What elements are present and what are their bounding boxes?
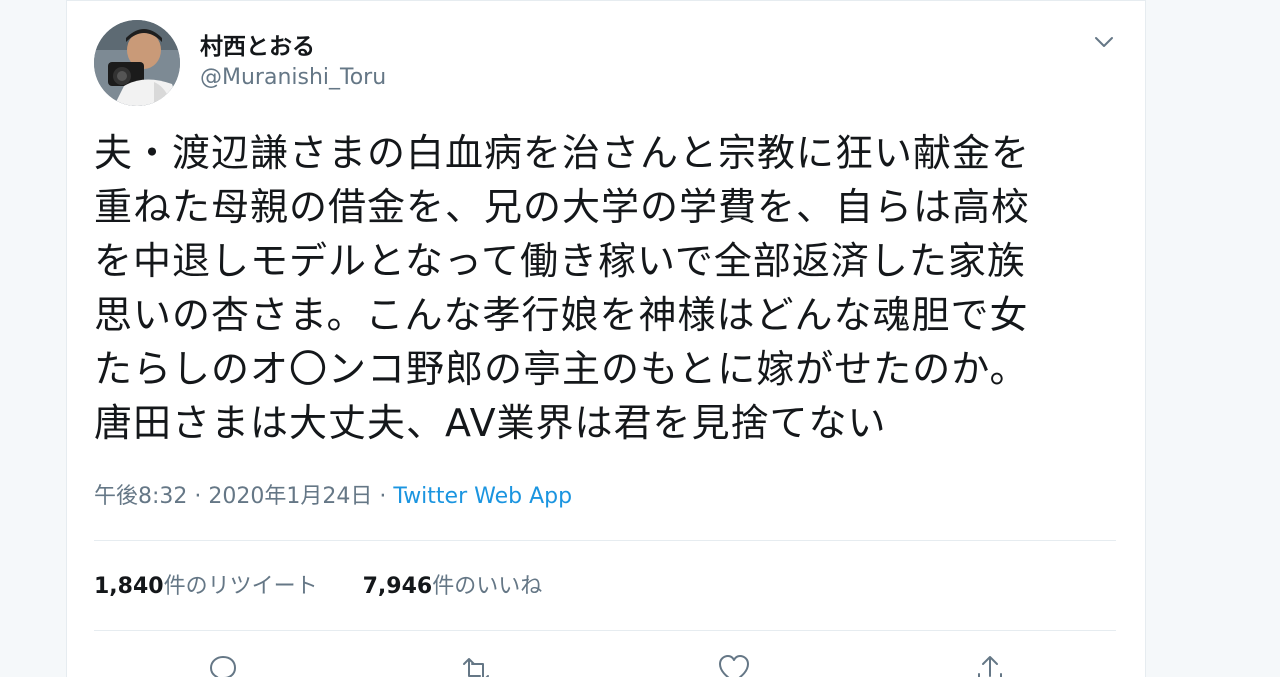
tweet-text-line: たらしのオ〇ンコ野郎の亭主のもとに嫁がせたのか。 [94, 347, 1029, 391]
tweet-source-link[interactable]: Twitter Web App [393, 484, 572, 509]
retweets-stat[interactable]: 1,840件のリツイート [94, 568, 318, 600]
page: 村西とおる @Muranishi_Toru 夫・渡辺謙さまの白血病を治さんと宗教… [0, 0, 1280, 677]
retweet-icon[interactable] [458, 652, 494, 677]
meta-separator: · [194, 484, 202, 509]
likes-count: 7,946 [362, 574, 433, 599]
reply-icon[interactable] [205, 652, 241, 677]
tweet-text: 夫・渡辺謙さまの白血病を治さんと宗教に狂い献金を 重ねた母親の借金を、兄の大学の… [94, 126, 1104, 450]
tweet-meta: 午後8:32 · 2020年1月24日 · Twitter Web App [94, 478, 572, 510]
divider [94, 540, 1116, 541]
avatar[interactable] [94, 20, 180, 106]
tweet-date[interactable]: 2020年1月24日 [208, 484, 372, 509]
meta-separator: · [379, 484, 387, 509]
tweet-text-line: 重ねた母親の借金を、兄の大学の学費を、自らは高校 [94, 185, 1031, 229]
heart-icon[interactable] [716, 652, 752, 677]
share-icon[interactable] [972, 652, 1008, 677]
avatar-photo [94, 20, 180, 106]
likes-label: 件のいいね [432, 574, 543, 599]
tweet-time[interactable]: 午後8:32 [94, 484, 187, 509]
display-name[interactable]: 村西とおる [200, 27, 315, 61]
chevron-down-icon[interactable] [1090, 30, 1118, 54]
tweet-text-line: 唐田さまは大丈夫、AV業界は君を見捨てない [94, 401, 887, 445]
tweet-text-line: を中退しモデルとなって働き稼いで全部返済した家族 [94, 239, 1026, 283]
divider [94, 630, 1116, 631]
tweet-text-line: 夫・渡辺謙さまの白血病を治さんと宗教に狂い献金を [94, 131, 1031, 175]
retweets-count: 1,840 [94, 574, 164, 599]
tweet-text-line: 思いの杏さま。こんな孝行娘を神様はどんな魂胆で女 [94, 293, 1029, 337]
retweets-label: 件のリツイート [163, 574, 318, 599]
likes-stat[interactable]: 7,946件のいいね [363, 568, 543, 600]
user-handle[interactable]: @Muranishi_Toru [200, 65, 386, 90]
tweet-stats: 1,840件のリツイート 7,946件のいいね [94, 568, 542, 600]
